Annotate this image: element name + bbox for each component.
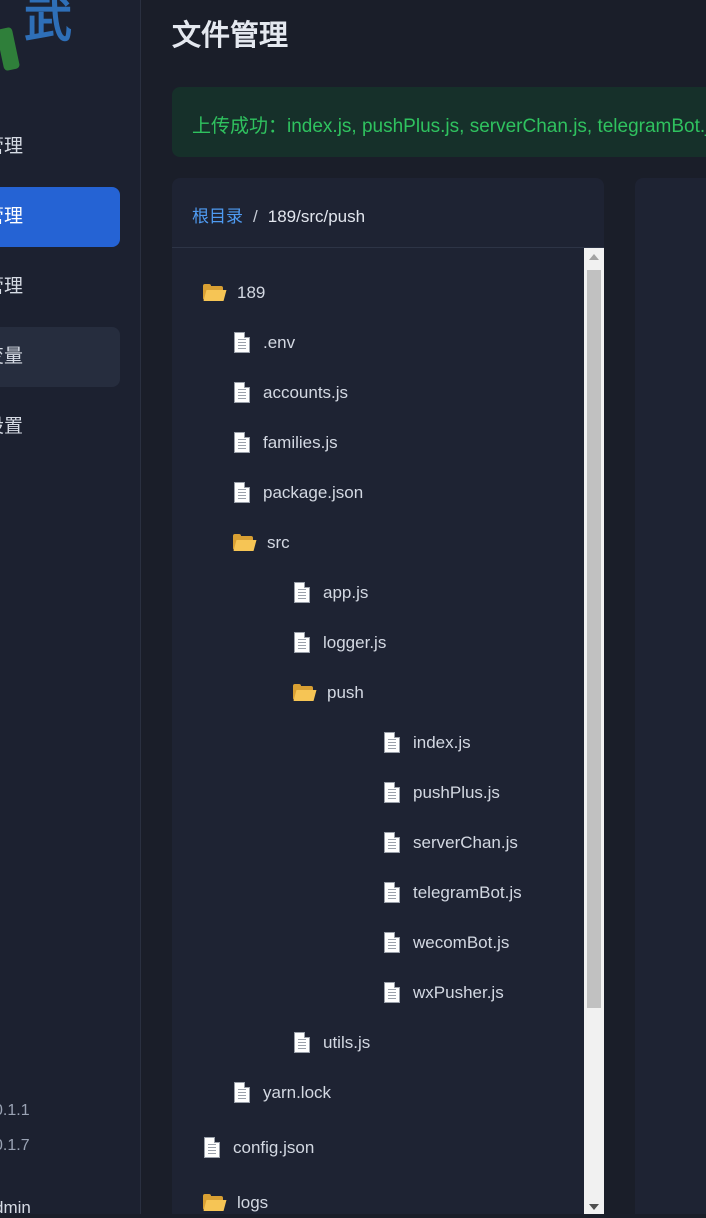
sidebar-item-users[interactable]: 户管理 [0,117,120,177]
folder-icon [233,532,257,554]
tree-item-label: push [327,683,364,702]
sidebar-item-label: 户管理 [0,136,23,157]
file-icon [383,782,401,804]
file-icon [233,382,251,404]
tree-file-item[interactable]: utils.js [293,1028,370,1058]
file-icon [233,332,251,354]
tree-file-item[interactable]: yarn.lock [233,1078,331,1108]
tree-file-item[interactable]: app.js [293,578,368,608]
sidebar-item-env-vars[interactable]: 境变量 [0,327,120,387]
tree-item-label: telegramBot.js [413,883,522,902]
file-icon [233,432,251,454]
logo-glyph: 武 [24,0,73,48]
tree-item-label: 189 [237,283,266,302]
sidebar-item-label: 件管理 [0,206,23,227]
page-title: 文件管理 [172,20,289,52]
file-icon [383,932,401,954]
logo-dragon-mark [0,26,21,72]
tree-item-label: config.json [233,1138,315,1157]
sidebar-item-settings[interactable]: 统设置 [0,397,120,457]
tree-file-item[interactable]: wecomBot.js [383,928,509,958]
tree-item-label: accounts.js [263,383,349,402]
tree-file-item[interactable]: telegramBot.js [383,878,522,908]
tree-item-label: families.js [263,433,338,452]
sidebar-item-label: 统设置 [0,416,23,437]
user-name[interactable]: dmin [0,1198,31,1218]
tree-item-label: wxPusher.js [413,983,504,1002]
tree-item-label: .env [263,333,296,352]
file-icon [383,832,401,854]
file-icon [233,482,251,504]
tree-item-label: pushPlus.js [413,783,500,802]
breadcrumb-root-link[interactable]: 根目录 [192,207,243,226]
main-content: 文件管理 上传成功：index.js, pushPlus.js, serverC… [141,0,706,1214]
tree-folder-item[interactable]: src [233,528,290,558]
scrollbar-thumb[interactable] [587,270,601,1008]
tree-file-item[interactable]: accounts.js [233,378,348,408]
version-label: 0.1.1 [0,1102,30,1119]
breadcrumb-separator: / [253,207,258,226]
tree-file-item[interactable]: index.js [383,728,471,758]
folder-icon [203,282,227,304]
file-icon [233,1082,251,1104]
tree-item-label: serverChan.js [413,833,518,852]
folder-icon [203,1192,227,1214]
tree-file-item[interactable]: config.json [203,1133,314,1163]
file-icon [383,882,401,904]
tree-file-item[interactable]: package.json [233,478,363,508]
tree-item-label: wecomBot.js [413,933,510,952]
folder-icon [293,682,317,704]
success-alert: 上传成功：index.js, pushPlus.js, serverChan.j… [172,87,706,157]
file-tree-panel: 根目录 / 189/src/push 189 .env accounts.js famil… [172,178,604,1214]
file-icon [383,982,401,1004]
tree-item-label: index.js [413,733,471,752]
file-icon [293,1032,311,1054]
divider [172,247,604,248]
scroll-down-icon[interactable] [589,1204,599,1210]
tree-folder-item[interactable]: logs [203,1188,268,1214]
tree-folder-item[interactable]: 189 [203,278,265,308]
file-icon [203,1137,221,1159]
file-icon [293,582,311,604]
sidebar-item-files[interactable]: 件管理 [0,187,120,247]
alert-text: 上传成功：index.js, pushPlus.js, serverChan.j… [192,116,706,137]
file-icon [383,732,401,754]
version-label: 0.1.7 [0,1137,30,1154]
tree-file-item[interactable]: families.js [233,428,338,458]
breadcrumb: 根目录 / 189/src/push [192,202,365,227]
tree-file-item[interactable]: pushPlus.js [383,778,500,808]
scrollbar[interactable] [584,248,604,1214]
tree-item-label: logger.js [323,633,387,652]
tree-item-label: app.js [323,583,369,602]
file-icon [293,632,311,654]
tree-item-label: logs [237,1193,269,1212]
tree-file-item[interactable]: serverChan.js [383,828,518,858]
tree-item-label: utils.js [323,1033,371,1052]
scroll-up-icon[interactable] [589,254,599,260]
tree-file-item[interactable]: logger.js [293,628,386,658]
tree-folder-item[interactable]: push [293,678,364,708]
tree-file-item[interactable]: .env [233,328,295,358]
editor-panel [635,178,706,1214]
sidebar-item-label: 境变量 [0,346,23,367]
sidebar-item-label: 务管理 [0,276,23,297]
logo: 武 [0,0,74,80]
tree-item-label: yarn.lock [263,1083,332,1102]
tree-file-item[interactable]: wxPusher.js [383,978,504,1008]
sidebar: 武 户管理 件管理 务管理 境变量 统设置 0.1.1 0.1.7 dmin [0,0,141,1217]
tree-item-label: src [267,533,290,552]
breadcrumb-current-path: 189/src/push [267,207,366,226]
tree-item-label: package.json [263,483,364,502]
sidebar-item-tasks[interactable]: 务管理 [0,257,120,317]
